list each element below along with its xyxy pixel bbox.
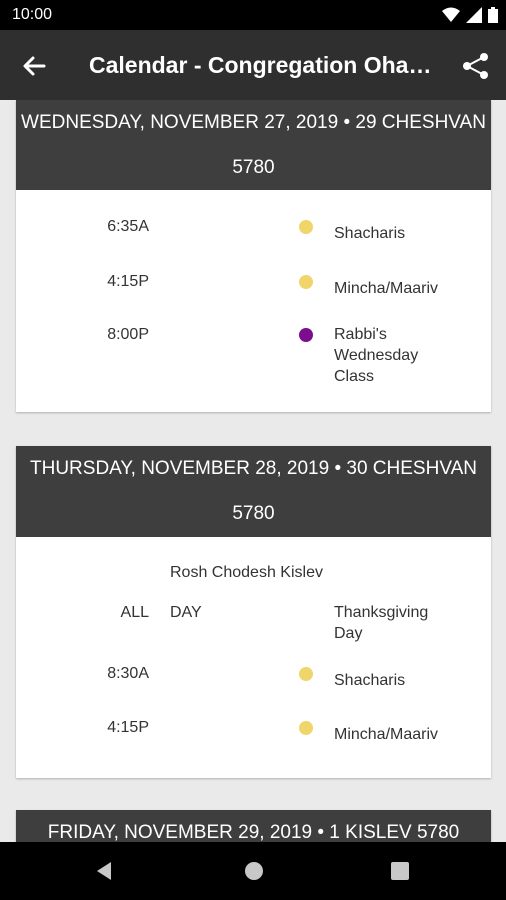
event-time: 4:15P xyxy=(107,273,149,290)
day-header-year: 5780 xyxy=(232,503,275,524)
signal-icon xyxy=(466,7,482,23)
wifi-icon xyxy=(442,7,460,22)
nav-home-icon[interactable] xyxy=(242,859,266,883)
page-title: Calendar - Congregation Ohav Sholom xyxy=(89,52,439,78)
purple-dot-icon xyxy=(299,328,313,342)
event-time: 8:00P xyxy=(107,326,149,343)
event-title: Thanksgiving Day xyxy=(334,604,429,642)
event-time: 4:15P xyxy=(107,719,149,736)
day-header: WEDNESDAY, NOVEMBER 27, 2019 • 29 CHESHV… xyxy=(16,100,491,190)
event-title: Mincha/Maariv xyxy=(334,280,439,297)
day-header-date: FRIDAY, NOVEMBER 29, 2019 • 1 KISLEV 578… xyxy=(47,822,460,842)
event-title: Shacharis xyxy=(334,225,406,242)
day-note: Rosh Chodesh Kislev xyxy=(170,564,323,581)
day-header: THURSDAY, NOVEMBER 28, 2019 • 30 CHESHVA… xyxy=(16,446,491,537)
day-card: WEDNESDAY, NOVEMBER 27, 2019 • 29 CHESHV… xyxy=(16,100,491,412)
day-header-date: THURSDAY, NOVEMBER 28, 2019 • 30 CHESHVA… xyxy=(30,458,477,479)
event-title: Rabbi's Wednesday Class xyxy=(334,326,419,385)
navigation-bar xyxy=(0,842,506,900)
day-header-year: 5780 xyxy=(232,157,275,178)
day-card: THURSDAY, NOVEMBER 28, 2019 • 30 CHESHVA… xyxy=(16,446,491,778)
event-time: 8:30A xyxy=(107,665,149,682)
event-time: 6:35A xyxy=(107,218,149,235)
arrow-back-icon xyxy=(23,56,46,76)
day-card: FRIDAY, NOVEMBER 29, 2019 • 1 KISLEV 578… xyxy=(16,810,491,842)
allday-label-day: DAY xyxy=(170,604,202,621)
event-title: Shacharis xyxy=(334,672,406,689)
event-title: Mincha/Maariv xyxy=(334,726,439,743)
status-time: 10:00 xyxy=(12,6,53,23)
status-bar: 10:00 xyxy=(0,0,506,30)
battery-icon xyxy=(488,7,498,23)
yellow-dot-icon xyxy=(299,721,313,735)
status-icons xyxy=(442,7,498,23)
nav-recents-icon[interactable] xyxy=(388,859,412,883)
day-body: Rosh Chodesh Kislev ALL DAY Thanksgiving… xyxy=(16,537,491,778)
back-button[interactable] xyxy=(18,50,50,82)
day-body: 6:35A Shacharis 4:15P Mincha/Maariv 8:00… xyxy=(16,190,491,412)
calendar-list[interactable]: WEDNESDAY, NOVEMBER 27, 2019 • 29 CHESHV… xyxy=(0,100,506,842)
app-bar: Calendar - Congregation Ohav Sholom xyxy=(0,30,506,100)
day-header-date: WEDNESDAY, NOVEMBER 27, 2019 • 29 CHESHV… xyxy=(21,112,486,133)
yellow-dot-icon xyxy=(299,275,313,289)
share-icon xyxy=(463,53,488,79)
yellow-dot-icon xyxy=(299,667,313,681)
nav-back-icon[interactable] xyxy=(93,859,117,883)
share-button[interactable] xyxy=(460,50,492,82)
yellow-dot-icon xyxy=(299,220,313,234)
day-header: FRIDAY, NOVEMBER 29, 2019 • 1 KISLEV 578… xyxy=(16,810,491,842)
allday-label: ALL xyxy=(120,604,149,621)
